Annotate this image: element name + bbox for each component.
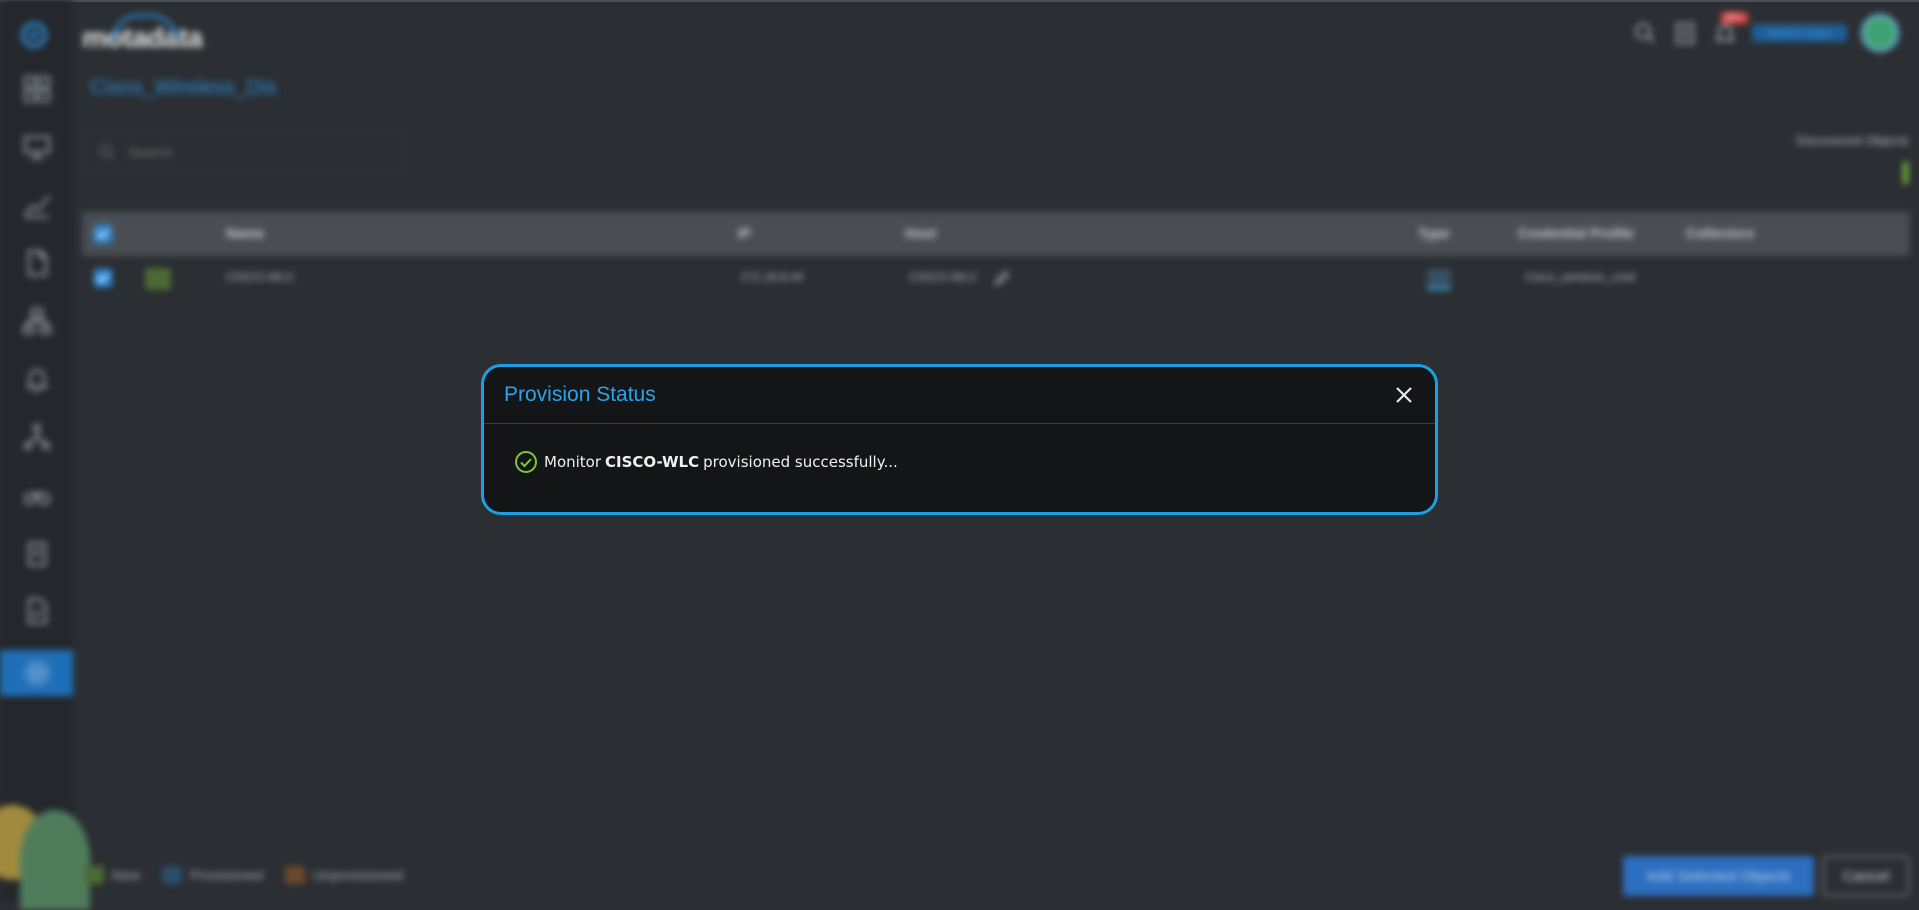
wireless-type-icon: [1427, 269, 1451, 290]
app-logo-icon: [21, 22, 47, 48]
user-menu[interactable]: Admin User: [1752, 24, 1847, 42]
provision-status-dialog: Provision Status Monitor CISCO-WLC provi…: [481, 364, 1438, 515]
bell-icon: [1714, 24, 1736, 41]
dialog-header: Provision Status: [484, 367, 1435, 424]
sidebar-item-metrics[interactable]: [0, 182, 73, 228]
cancel-button[interactable]: Cancel: [1823, 856, 1909, 896]
column-header-type[interactable]: Type: [1418, 225, 1450, 241]
message-prefix: Monitor: [544, 453, 602, 471]
cell-credential-profile: Cisco_wireless_cred: [1525, 270, 1636, 284]
search-icon: [1635, 23, 1655, 43]
legend-unprovisioned-label: Unprovisioned: [313, 867, 403, 883]
status-legend: New Provisioned Unprovisioned: [84, 866, 403, 884]
monitor-icon: [23, 136, 50, 159]
sidebar-item-dashboard[interactable]: [0, 66, 73, 112]
sidebar-item-hierarchy[interactable]: [0, 414, 73, 460]
bell-icon: [25, 369, 48, 392]
file-icon: [27, 250, 47, 276]
sidebar-item-audit[interactable]: [0, 588, 73, 634]
search-button[interactable]: [1632, 20, 1658, 46]
clipboard-icon: [1676, 23, 1694, 44]
sidebar-item-explore[interactable]: [0, 472, 73, 518]
cell-name: CISCO-WLC: [226, 270, 295, 284]
hierarchy-icon: [23, 424, 50, 450]
status-new-icon: [146, 269, 170, 289]
clipboard-button[interactable]: [1672, 20, 1698, 46]
add-selected-objects-button[interactable]: Add Selected Objects: [1623, 856, 1814, 896]
table-row[interactable]: CISCO-WLC 172.16.8.44 CISCO-WLC Cisco_wi…: [82, 258, 1910, 298]
legend-new-label: New: [112, 867, 141, 883]
search-icon: [99, 144, 115, 160]
header-toolbar: Admin User: [1632, 14, 1899, 52]
binoculars-icon: [23, 491, 50, 505]
network-icon: [22, 308, 51, 334]
sidebar-item-topology[interactable]: [0, 298, 73, 344]
check-circle-icon: [515, 451, 537, 473]
discovered-objects-label: Discovered Objects: [1796, 133, 1909, 148]
dialog-message: Monitor CISCO-WLC provisioned successful…: [514, 450, 898, 474]
notification-badge: 99+: [1720, 12, 1749, 24]
edit-pencil-icon[interactable]: [993, 269, 1011, 287]
monitor-name: CISCO-WLC: [605, 453, 700, 471]
dialog-title: Provision Status: [504, 383, 656, 406]
sidebar-item-monitors[interactable]: [0, 124, 73, 170]
legend-provisioned-swatch: [162, 866, 183, 884]
decorative-blob: [20, 810, 90, 910]
message-suffix: provisioned successfully...: [703, 453, 898, 471]
grid-icon: [23, 76, 50, 102]
clipboard-icon: [27, 542, 46, 566]
legend-unprovisioned-swatch: [285, 866, 306, 884]
column-header-collectors[interactable]: Collectors: [1686, 225, 1754, 241]
avatar[interactable]: [1861, 14, 1899, 52]
sidebar-item-alerts[interactable]: [0, 356, 73, 402]
search-field: [83, 133, 405, 171]
sidebar: [0, 0, 90, 910]
page-title: Cisco_Wireless_Dis: [90, 76, 277, 99]
close-icon[interactable]: [1393, 384, 1415, 406]
column-header-ip[interactable]: IP: [738, 225, 751, 241]
discovered-progress-bar: [1903, 162, 1908, 184]
legend-new-swatch: [84, 866, 104, 884]
sidebar-item-logs[interactable]: [0, 240, 73, 286]
legend-provisioned-label: Provisioned: [190, 867, 264, 883]
file-check-icon: [27, 598, 47, 624]
grid-header: Name IP Host Type Credential Profile Col…: [82, 212, 1910, 256]
sidebar-item-reports[interactable]: [0, 530, 73, 576]
column-header-name[interactable]: Name: [226, 225, 264, 241]
gear-icon: [24, 661, 49, 685]
chart-icon: [23, 195, 50, 218]
column-header-host[interactable]: Host: [905, 225, 936, 241]
cell-ip: 172.16.8.44: [740, 270, 804, 284]
brand-arc-icon: [112, 14, 178, 41]
sidebar-item-settings[interactable]: [0, 650, 73, 696]
column-header-credential-profile[interactable]: Credential Profile: [1518, 225, 1634, 241]
cell-host: CISCO-WLC: [909, 270, 978, 284]
search-input[interactable]: [126, 143, 370, 161]
select-all-checkbox[interactable]: [94, 225, 112, 243]
row-checkbox[interactable]: [94, 269, 112, 287]
